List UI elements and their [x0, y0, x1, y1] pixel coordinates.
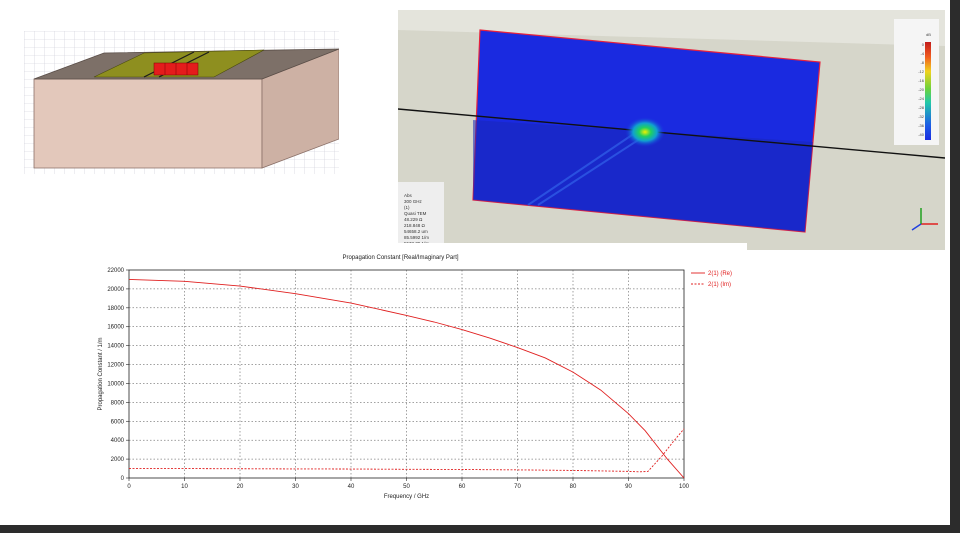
field-hotspot	[625, 117, 665, 147]
y-tick-label: 0	[121, 476, 125, 482]
colorbar-tick: -4	[920, 51, 924, 56]
y-tick-label: 18000	[107, 306, 124, 312]
structure-3d-drawing	[24, 31, 339, 174]
info-line: Abs	[404, 193, 412, 198]
colorbar-tick: -40	[918, 132, 924, 137]
colorbar: dB 0 -4 -8 -12 -16 -20 -24 -28 -32 -36 -…	[894, 19, 939, 145]
info-line: 85.5992 1/m	[404, 235, 430, 240]
info-line: 48.229 Ω	[404, 217, 423, 222]
legend-label: 2(1) (Re)	[708, 271, 732, 277]
info-line: (1)	[404, 205, 410, 210]
colorbar-gradient	[925, 42, 931, 140]
window-frame-right	[950, 0, 960, 533]
colorbar-tick: -28	[918, 105, 924, 110]
chart-svg: 0 10 20 30 40 50 60 70 80 90 100 0 2000 4000 6000 8000 1…	[98, 255, 732, 500]
y-tick-label: 20000	[107, 287, 124, 293]
monitor-info-box: Abs 300 GHz (1) Quasi TEM 48.229 Ω 218.8…	[398, 182, 444, 250]
x-tick-label: 10	[181, 484, 188, 490]
x-tick-label: 80	[570, 484, 577, 490]
y-tick-label: 2000	[111, 457, 125, 463]
x-tick-label: 70	[514, 484, 521, 490]
structure-3d-view	[24, 31, 339, 174]
colorbar-tick: -12	[918, 69, 924, 74]
y-tick-label: 6000	[111, 419, 125, 425]
x-tick-label: 90	[625, 484, 632, 490]
substrate-front-face	[33, 78, 263, 169]
legend-label: 2(1) (Im)	[708, 282, 731, 288]
info-line: Quasi TEM	[404, 211, 427, 216]
y-tick-label: 8000	[111, 400, 125, 406]
colorbar-tick: 0	[921, 42, 924, 47]
y-tick-label: 10000	[107, 381, 124, 387]
y-axis-label: Propagation Constant / 1/m	[98, 337, 104, 410]
colorbar-tick: -32	[918, 114, 924, 119]
propagation-constant-chart: 0 10 20 30 40 50 60 70 80 90 100 0 2000 4000 6000 8000 1…	[91, 243, 747, 504]
y-tick-label: 12000	[107, 363, 124, 369]
colorbar-tick: -16	[918, 78, 924, 83]
x-tick-label: 0	[127, 484, 131, 490]
chart-title: Propagation Constant [Real/Imaginary Par…	[342, 255, 458, 261]
x-tick-label: 30	[292, 484, 299, 490]
x-tick-label: 60	[459, 484, 466, 490]
x-axis-label: Frequency / GHz	[384, 494, 429, 500]
colorbar-tick: -20	[918, 87, 924, 92]
info-line: 54658.2 um	[404, 229, 428, 234]
field-monitor-drawing	[398, 10, 945, 250]
colorbar-tick: -36	[918, 123, 924, 128]
x-tick-label: 40	[348, 484, 355, 490]
info-line: 218.848 Ω	[404, 223, 425, 228]
colorbar-tick: -24	[918, 96, 924, 101]
plot-area	[128, 269, 685, 479]
x-tick-label: 100	[679, 484, 690, 490]
info-line: 300 GHz	[404, 199, 422, 204]
colorbar-tick: -8	[920, 60, 924, 65]
y-tick-label: 14000	[107, 344, 124, 350]
y-tick-label: 16000	[107, 325, 124, 331]
x-tick-label: 50	[403, 484, 410, 490]
window-frame-bottom	[0, 525, 960, 533]
x-tick-label: 20	[237, 484, 244, 490]
colorbar-unit: dB	[926, 32, 931, 37]
y-tick-label: 22000	[107, 268, 124, 274]
field-monitor-view: Abs 300 GHz (1) Quasi TEM 48.229 Ω 218.8…	[398, 10, 945, 250]
y-tick-label: 4000	[111, 438, 125, 444]
